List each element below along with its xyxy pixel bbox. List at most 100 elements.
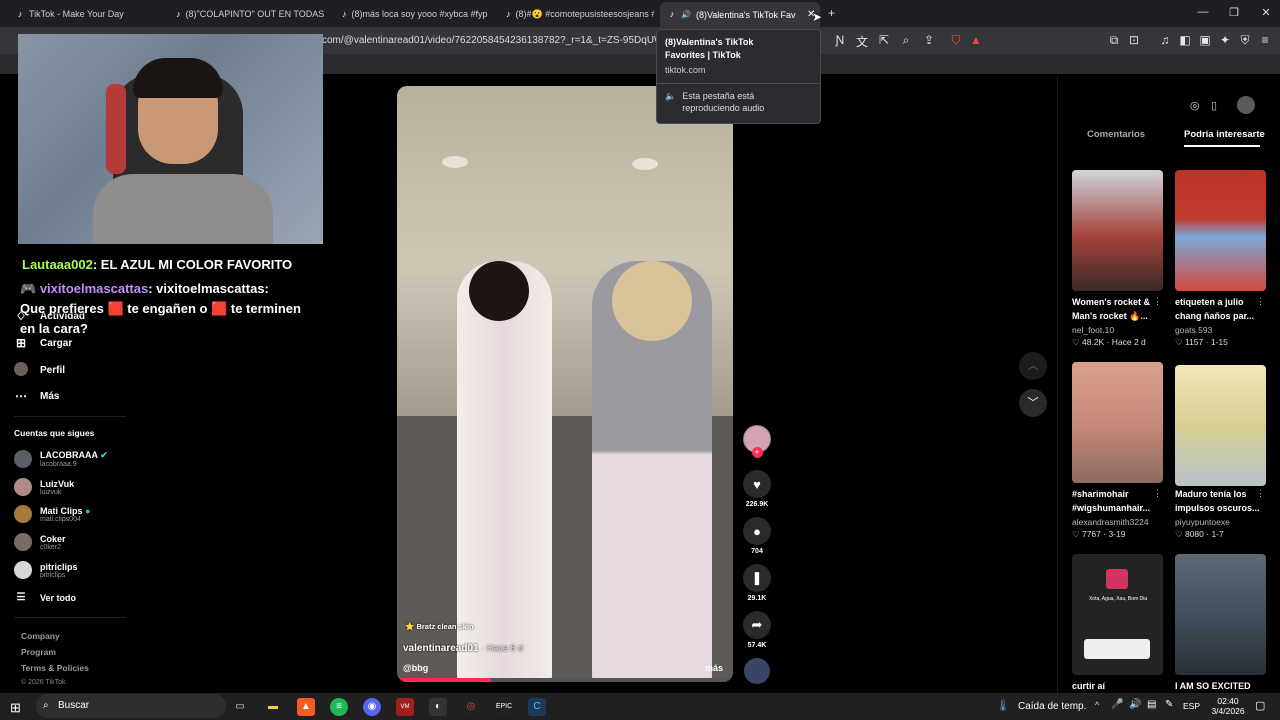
- speaker-tray-icon[interactable]: 🔊: [1129, 699, 1141, 710]
- obs-icon[interactable]: ◐: [429, 698, 447, 716]
- rec-author[interactable]: nel_foot.10: [1072, 325, 1164, 335]
- leo-icon[interactable]: ✦: [1217, 33, 1233, 47]
- avatar: [14, 478, 32, 496]
- following-name: pitriclips: [40, 561, 78, 572]
- more-options-icon[interactable]: ⋮: [1153, 488, 1162, 499]
- rec-title[interactable]: Maduro tenía los impulsos oscuros...: [1175, 487, 1267, 515]
- tab-4[interactable]: ♪ (8)#😮 #comotepusisteesosjeans #v: [498, 4, 654, 24]
- extensions-icon[interactable]: ⧉: [1106, 33, 1122, 48]
- tab-bar: ♪ TikTok - Make Your Day ♪ (8)"COLAPINTO" …: [0, 0, 1280, 27]
- spotify-icon[interactable]: ≡: [330, 698, 348, 716]
- rec-thumbnail[interactable]: [1175, 170, 1266, 291]
- rec-thumbnail[interactable]: Xota, Agua, Xau, Bom Dia: [1072, 554, 1163, 675]
- network-icon[interactable]: ▤: [1147, 699, 1156, 710]
- rec-thumbnail[interactable]: [1072, 170, 1163, 291]
- open-external-icon[interactable]: ⇱: [876, 33, 892, 47]
- chat-message-2c: en la cara?: [20, 321, 88, 336]
- reader-icon[interactable]: Ɲ: [832, 33, 848, 47]
- file-explorer-icon[interactable]: ▬: [264, 698, 282, 716]
- chat-message-2b: Que prefieres 🟥 te engañen o 🟥 te termin…: [20, 301, 301, 317]
- notification-icon[interactable]: ▢: [1255, 699, 1265, 712]
- nav-perfil[interactable]: Perfil: [14, 362, 65, 379]
- see-all-link[interactable]: ☰ Ver todo: [14, 592, 77, 603]
- tab-5-active[interactable]: ♪🔊(8)Valentina's TikTok Favorites✕: [660, 2, 820, 27]
- app-c-icon[interactable]: C: [528, 698, 546, 716]
- recorder-icon[interactable]: ◎: [462, 698, 480, 716]
- zoom-icon[interactable]: ⌕: [898, 33, 914, 48]
- scroll-up-icon[interactable]: ︿: [1019, 352, 1047, 380]
- sidebar-icon[interactable]: ◧: [1177, 33, 1193, 47]
- author-avatar-button[interactable]: +: [742, 425, 772, 458]
- share-button[interactable]: ➦ 57.4K: [742, 611, 772, 649]
- tab-interest[interactable]: Podría interesarte: [1184, 129, 1265, 140]
- footer-link-program[interactable]: Program: [21, 647, 56, 657]
- tab-1[interactable]: ♪ TikTok - Make Your Day: [8, 4, 158, 24]
- timer-icon[interactable]: ◎: [1190, 99, 1200, 112]
- footer-link-company[interactable]: Company: [21, 631, 60, 641]
- following-item[interactable]: pitriclips pitriclips: [14, 561, 78, 579]
- taskbar-search[interactable]: ⌕ Buscar: [36, 694, 226, 718]
- windows-start-icon[interactable]: ⊞: [10, 700, 21, 716]
- more-options-icon[interactable]: ⋮: [1153, 296, 1162, 307]
- language-indicator[interactable]: ESP: [1183, 701, 1200, 711]
- rec-title[interactable]: Women's rocket & Man's rocket 🔥...: [1072, 295, 1164, 323]
- translate-icon[interactable]: 文: [854, 33, 870, 50]
- more-options-icon[interactable]: ⋮: [1256, 296, 1265, 307]
- brave-shield-icon[interactable]: ⛉: [948, 33, 964, 48]
- brave-icon[interactable]: ▲: [297, 698, 315, 716]
- wallet-icon[interactable]: ▣: [1197, 33, 1213, 47]
- minimize-icon[interactable]: —: [1193, 6, 1213, 18]
- like-button[interactable]: ♥ 226.9K: [742, 470, 772, 508]
- share-page-icon[interactable]: ⇪: [921, 33, 937, 47]
- tab-2[interactable]: ♪ (8)"COLAPINTO" OUT EN TODAS LAS: [168, 4, 324, 24]
- video-author[interactable]: valentinaread01 · Hace 6 d: [403, 643, 523, 654]
- vpn-icon[interactable]: ⛨: [1237, 33, 1253, 48]
- profile-avatar[interactable]: [1237, 96, 1255, 114]
- rec-thumbnail[interactable]: [1175, 365, 1266, 486]
- rec-title[interactable]: etiqueten a julio chang ñaños par...: [1175, 295, 1267, 323]
- discord-icon[interactable]: ◉: [363, 698, 381, 716]
- weather-text[interactable]: Caída de temp.: [1018, 701, 1086, 712]
- tab-comments[interactable]: Comentarios: [1087, 129, 1145, 140]
- music-disc-button[interactable]: [742, 658, 772, 684]
- brave-rewards-icon[interactable]: ▲: [968, 33, 984, 47]
- epic-games-icon[interactable]: EPIC: [495, 698, 513, 716]
- following-item[interactable]: Coker c0ker2: [14, 533, 66, 551]
- screenshot-icon[interactable]: ⊡: [1126, 33, 1142, 47]
- nav-mas[interactable]: ⋯ Más: [14, 389, 59, 403]
- voicemeeter-icon[interactable]: VM: [396, 698, 414, 716]
- comment-button[interactable]: ● 704: [742, 517, 772, 555]
- footer-link-terms[interactable]: Terms & Policies: [21, 663, 89, 673]
- bookmark-button[interactable]: ❚ 29.1K: [742, 564, 772, 602]
- rec-author[interactable]: piyuypuntoexe: [1175, 517, 1267, 527]
- device-icon[interactable]: ▯: [1211, 99, 1217, 112]
- new-tab-icon[interactable]: +: [828, 6, 835, 20]
- following-item[interactable]: LuizVuk luizvuk: [14, 478, 74, 496]
- more-caption-link[interactable]: más: [705, 663, 723, 673]
- music-icon[interactable]: ♫: [1157, 33, 1173, 47]
- rec-thumbnail[interactable]: [1175, 554, 1266, 675]
- rec-title[interactable]: curtir aí: [1072, 679, 1164, 693]
- menu-icon[interactable]: ≡: [1257, 33, 1273, 47]
- close-window-icon[interactable]: ✕: [1256, 6, 1276, 19]
- weather-icon[interactable]: 🌡: [996, 699, 1010, 712]
- rec-title[interactable]: #sharimohair #wigshumanhair...: [1072, 487, 1164, 515]
- mic-icon[interactable]: 🎤: [1111, 699, 1123, 710]
- rec-author[interactable]: goats.593: [1175, 325, 1267, 335]
- restore-icon[interactable]: ❐: [1224, 6, 1244, 19]
- scroll-down-icon[interactable]: ﹀: [1019, 389, 1047, 417]
- following-item[interactable]: Mati Clips ● mati.clips004: [14, 505, 90, 523]
- clock[interactable]: 02:40 3/4/2026: [1206, 696, 1250, 716]
- task-view-icon[interactable]: ▭: [231, 698, 249, 716]
- following-item[interactable]: LACOBRAAA ✔ lacobraaa.9: [14, 450, 108, 468]
- more-options-icon[interactable]: ⋮: [1256, 488, 1265, 499]
- tray-chevron-icon[interactable]: ^: [1095, 700, 1099, 710]
- rec-author[interactable]: alexandrasmith3224: [1072, 517, 1164, 527]
- rec-thumbnail[interactable]: [1072, 362, 1163, 483]
- video-player[interactable]: ⭐ Bratz clean skin valentinaread01 · Hac…: [397, 86, 733, 682]
- rec-title[interactable]: I AM SO EXCITED: [1175, 679, 1267, 693]
- pen-icon[interactable]: ✎: [1165, 699, 1173, 710]
- tab-3[interactable]: ♪ (8)más loca soy yooo #xybca #fyp | s: [334, 4, 490, 24]
- follow-plus-icon[interactable]: +: [751, 447, 763, 458]
- nav-cargar[interactable]: ⊞ Cargar: [14, 336, 72, 350]
